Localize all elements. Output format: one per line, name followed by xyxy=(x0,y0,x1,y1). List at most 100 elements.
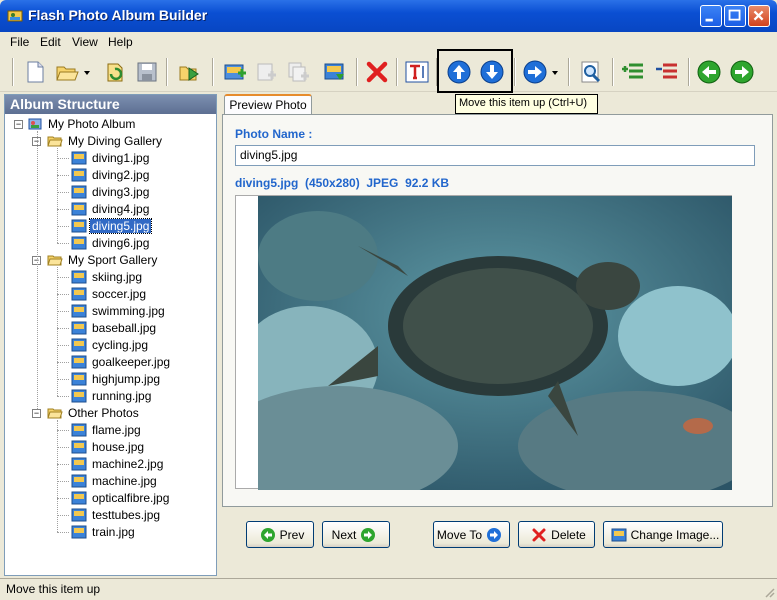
move-to-arrow-icon xyxy=(487,527,502,542)
replace-image-icon[interactable] xyxy=(322,59,348,85)
tab-preview-photo[interactable]: Preview Photo xyxy=(224,94,312,115)
tree-photo-item[interactable]: running.jpg xyxy=(71,388,153,404)
back-arrow-icon[interactable] xyxy=(696,59,722,85)
tree-photo-item[interactable]: cycling.jpg xyxy=(71,337,150,353)
tree-line xyxy=(57,379,69,380)
rename-text-icon[interactable] xyxy=(404,59,430,85)
image-file-icon xyxy=(71,304,87,318)
tree-line xyxy=(57,158,69,159)
album-structure-header: Album Structure xyxy=(5,95,216,114)
tree-photo-item[interactable]: diving2.jpg xyxy=(71,167,151,183)
add-multiple-icon[interactable] xyxy=(286,59,312,85)
tree-photo-label: goalkeeper.jpg xyxy=(92,354,171,369)
move-to-dropdown-icon[interactable] xyxy=(550,59,560,85)
move-to-label: Move To xyxy=(436,527,483,542)
menu-edit[interactable]: Edit xyxy=(40,35,61,49)
delete-label: Delete xyxy=(551,527,586,542)
tree-photo-item[interactable]: machine2.jpg xyxy=(71,456,165,472)
tree-line xyxy=(37,131,38,409)
menu-help[interactable]: Help xyxy=(108,35,133,49)
delete-icon[interactable] xyxy=(364,59,390,85)
collapse-toggle[interactable]: − xyxy=(14,120,23,129)
tree-photo-item[interactable]: train.jpg xyxy=(71,524,137,540)
tree-line xyxy=(57,267,58,396)
tree-photo-item[interactable]: diving3.jpg xyxy=(71,184,151,200)
tree-photo-label: diving5.jpg xyxy=(88,217,153,234)
photo-frame xyxy=(235,195,732,490)
collapse-toggle[interactable]: − xyxy=(32,409,41,418)
add-photo-icon[interactable] xyxy=(254,59,280,85)
tree-line xyxy=(57,192,69,193)
tree-line xyxy=(57,148,58,243)
image-file-icon xyxy=(71,270,87,284)
image-file-icon xyxy=(71,457,87,471)
export-icon[interactable] xyxy=(176,59,202,85)
tree-gallery[interactable]: Other Photos xyxy=(47,405,141,421)
preview-zoom-icon[interactable] xyxy=(578,59,604,85)
forward-arrow-icon[interactable] xyxy=(729,59,755,85)
add-gallery-icon[interactable] xyxy=(222,59,248,85)
tree-photo-label: house.jpg xyxy=(92,439,145,454)
maximize-button[interactable] xyxy=(724,5,746,27)
tree-photo-label: soccer.jpg xyxy=(92,286,147,301)
open-dropdown-icon[interactable] xyxy=(82,59,92,85)
tree-photo-item[interactable]: diving6.jpg xyxy=(71,235,151,251)
remove-list-icon[interactable] xyxy=(654,59,680,85)
tree-photo-item[interactable]: flame.jpg xyxy=(71,422,143,438)
tree-gallery[interactable]: My Sport Gallery xyxy=(47,252,159,268)
tree-photo-item[interactable]: diving1.jpg xyxy=(71,150,151,166)
tree-photo-item[interactable]: house.jpg xyxy=(71,439,146,455)
new-file-icon[interactable] xyxy=(22,59,48,85)
toolbar-separator xyxy=(514,58,516,86)
save-icon[interactable] xyxy=(134,59,160,85)
minimize-button[interactable] xyxy=(700,5,722,27)
tree-photo-label: testtubes.jpg xyxy=(92,507,161,522)
tree-photo-label: train.jpg xyxy=(92,524,135,539)
tree-gallery[interactable]: My Diving Gallery xyxy=(47,133,164,149)
tree-photo-item[interactable]: diving4.jpg xyxy=(71,201,151,217)
tree-photo-label: swimming.jpg xyxy=(92,303,165,318)
tree-root[interactable]: My Photo Album xyxy=(27,116,137,132)
reload-icon[interactable] xyxy=(102,59,128,85)
tree-line xyxy=(57,294,69,295)
photo-name-label: Photo Name : xyxy=(235,127,313,141)
menu-view[interactable]: View xyxy=(72,35,98,49)
photo-name-input[interactable]: diving5.jpg xyxy=(235,145,755,166)
tree-photo-item[interactable]: skiing.jpg xyxy=(71,269,144,285)
tree-photo-item[interactable]: swimming.jpg xyxy=(71,303,167,319)
add-list-icon[interactable] xyxy=(620,59,646,85)
resize-grip-icon[interactable] xyxy=(763,586,775,598)
move-to-icon[interactable] xyxy=(522,59,548,85)
tree-photo-item[interactable]: opticalfibre.jpg xyxy=(71,490,171,506)
move-to-button[interactable]: Move To xyxy=(433,521,510,548)
menu-file[interactable]: File xyxy=(10,35,29,49)
image-file-icon xyxy=(71,508,87,522)
prev-arrow-icon xyxy=(260,527,275,542)
tree-line xyxy=(57,498,69,499)
tree-photo-label: diving2.jpg xyxy=(92,167,150,182)
image-file-icon xyxy=(71,219,87,233)
image-file-icon xyxy=(71,151,87,165)
tree-photo-item[interactable]: machine.jpg xyxy=(71,473,159,489)
open-folder-icon[interactable] xyxy=(54,59,80,85)
tree-photo-item[interactable]: soccer.jpg xyxy=(71,286,148,302)
tree-line xyxy=(57,515,69,516)
tree-photo-item[interactable]: goalkeeper.jpg xyxy=(71,354,172,370)
change-image-button[interactable]: Change Image... xyxy=(603,521,723,548)
image-file-icon xyxy=(71,474,87,488)
close-button[interactable] xyxy=(748,5,770,27)
tree-photo-label: diving6.jpg xyxy=(92,235,150,250)
tree-photo-label: diving1.jpg xyxy=(92,150,150,165)
tree-photo-item[interactable]: testtubes.jpg xyxy=(71,507,162,523)
tree-photo-item[interactable]: baseball.jpg xyxy=(71,320,158,336)
toolbar-separator xyxy=(568,58,570,86)
image-icon xyxy=(611,528,627,541)
status-bar: Move this item up xyxy=(0,578,777,600)
tree-photo-item[interactable]: highjump.jpg xyxy=(71,371,162,387)
tree-photo-item[interactable]: diving5.jpg xyxy=(71,217,153,234)
delete-button[interactable]: Delete xyxy=(518,521,595,548)
preview-tab-body: Photo Name : diving5.jpg diving5.jpg (45… xyxy=(222,114,773,507)
next-button[interactable]: Next xyxy=(322,521,390,548)
prev-button[interactable]: Prev xyxy=(246,521,314,548)
toolbar-separator xyxy=(356,58,358,86)
